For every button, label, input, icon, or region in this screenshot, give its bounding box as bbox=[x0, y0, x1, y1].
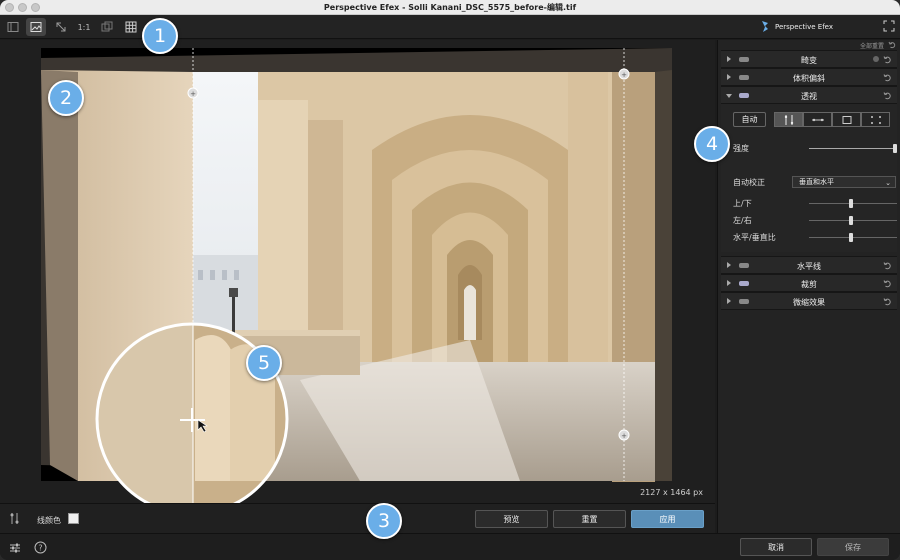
status-dot-icon bbox=[873, 56, 879, 62]
callout-badge-1: 1 bbox=[142, 18, 178, 54]
save-button[interactable]: 保存 bbox=[817, 538, 889, 556]
section-horizon[interactable]: 水平线 bbox=[721, 256, 897, 274]
undo-icon[interactable] bbox=[888, 41, 896, 49]
settings-sliders-icon[interactable] bbox=[9, 542, 21, 554]
section-fine-effects[interactable]: 微缩效果 bbox=[721, 292, 897, 310]
svg-text:+: + bbox=[621, 432, 627, 440]
chevron-down-icon: ⌄ bbox=[885, 179, 891, 187]
undo-icon[interactable] bbox=[883, 55, 892, 64]
canvas-area[interactable]: + + + 2127 x 1464 px bbox=[0, 40, 715, 503]
undo-icon[interactable] bbox=[883, 279, 892, 288]
callout-badge-4: 4 bbox=[694, 126, 730, 162]
strength-slider[interactable] bbox=[809, 148, 897, 149]
section-distortion[interactable]: 畸变 bbox=[721, 50, 897, 68]
vertical-mode-button[interactable] bbox=[774, 112, 803, 127]
fit-to-screen-button[interactable] bbox=[51, 18, 71, 36]
image-icon bbox=[30, 22, 42, 32]
freeform-mode-button[interactable] bbox=[861, 112, 890, 127]
aspect-slider[interactable] bbox=[809, 237, 897, 238]
section-crop[interactable]: 裁剪 bbox=[721, 274, 897, 292]
undo-icon[interactable] bbox=[883, 261, 892, 270]
grid-toggle-button[interactable] bbox=[121, 18, 141, 36]
left-right-slider[interactable] bbox=[809, 220, 897, 221]
photo-canvas[interactable]: + + + bbox=[0, 40, 715, 503]
apply-button[interactable]: 应用 bbox=[631, 510, 704, 528]
callout-badge-3: 3 bbox=[366, 503, 402, 539]
callout-badge-5: 5 bbox=[246, 345, 282, 381]
up-down-label: 上/下 bbox=[733, 199, 752, 208]
rectangle-mode-button[interactable] bbox=[832, 112, 861, 127]
top-toolbar: 1:1 Perspective Efex bbox=[0, 15, 900, 39]
window-title: Perspective Efex - Solli Kanani_DSC_5575… bbox=[323, 3, 577, 12]
reset-all-link[interactable]: 全部重置 bbox=[860, 41, 884, 50]
compare-view-button[interactable] bbox=[3, 18, 23, 36]
perspective-controls: 自动 强度 自动校正 垂直和水平 ⌄ 上/下 左/右 bbox=[721, 104, 897, 234]
svg-text:+: + bbox=[621, 71, 627, 79]
undo-icon[interactable] bbox=[883, 73, 892, 82]
preview-button[interactable]: 预览 bbox=[475, 510, 548, 528]
section-label: 微缩效果 bbox=[793, 298, 825, 307]
section-label: 水平线 bbox=[797, 262, 821, 271]
brand: Perspective Efex bbox=[760, 20, 833, 33]
brand-name: Perspective Efex bbox=[775, 22, 833, 31]
section-label: 裁剪 bbox=[801, 280, 817, 289]
aspect-label: 水平/垂直比 bbox=[733, 233, 776, 242]
bottom-toolbar: 线颜色 预览 重置 应用 bbox=[0, 503, 715, 533]
strength-slider-knob[interactable] bbox=[893, 144, 897, 153]
callout-badge-2: 2 bbox=[48, 80, 84, 116]
undo-icon[interactable] bbox=[883, 91, 892, 100]
help-icon[interactable]: ? bbox=[34, 541, 47, 554]
rectangle-icon bbox=[842, 115, 851, 124]
right-panel: 全部重置 畸变 体积偏斜 透视 自动 强度 自动校正 垂直和水平 ⌄ 上/下 左… bbox=[717, 40, 900, 533]
single-view-button[interactable] bbox=[26, 18, 46, 36]
line-color-swatch[interactable] bbox=[68, 513, 79, 524]
vertical-guides-icon[interactable] bbox=[9, 512, 20, 525]
panel-header: 全部重置 bbox=[718, 40, 900, 50]
app-window: Perspective Efex - Solli Kanani_DSC_5575… bbox=[0, 0, 900, 560]
aspect-slider-knob[interactable] bbox=[849, 233, 853, 242]
expand-icon bbox=[56, 22, 66, 32]
auto-correct-dropdown[interactable]: 垂直和水平 ⌄ bbox=[792, 176, 896, 188]
section-label: 透视 bbox=[801, 92, 817, 101]
auto-correct-value: 垂直和水平 bbox=[799, 178, 834, 186]
before-after-button[interactable] bbox=[97, 18, 117, 36]
auto-correct-label: 自动校正 bbox=[733, 178, 765, 187]
left-right-label: 左/右 bbox=[733, 216, 752, 225]
undo-icon[interactable] bbox=[883, 297, 892, 306]
svg-text:+: + bbox=[190, 90, 196, 98]
horizontal-lines-icon bbox=[811, 118, 824, 121]
up-down-slider-knob[interactable] bbox=[849, 199, 853, 208]
section-label: 畸变 bbox=[801, 56, 817, 65]
left-right-slider-knob[interactable] bbox=[849, 216, 853, 225]
layers-icon bbox=[101, 21, 113, 32]
footer-bar: ? 取消 保存 bbox=[0, 533, 900, 560]
auto-button[interactable]: 自动 bbox=[733, 112, 766, 127]
vertical-lines-icon bbox=[784, 114, 793, 125]
title-bar: Perspective Efex - Solli Kanani_DSC_5575… bbox=[0, 0, 900, 15]
section-label: 体积偏斜 bbox=[793, 74, 825, 83]
cancel-button[interactable]: 取消 bbox=[740, 538, 812, 556]
perspective-efex-logo-icon bbox=[762, 21, 768, 32]
split-view-icon bbox=[7, 22, 19, 32]
reset-button[interactable]: 重置 bbox=[553, 510, 626, 528]
corners-icon bbox=[870, 115, 881, 124]
grid-icon bbox=[125, 21, 137, 33]
strength-label: 强度 bbox=[733, 144, 749, 153]
up-down-slider[interactable] bbox=[809, 203, 897, 204]
svg-text:?: ? bbox=[38, 544, 42, 553]
section-tilt-shift[interactable]: 体积偏斜 bbox=[721, 68, 897, 86]
fullscreen-icon[interactable] bbox=[883, 20, 895, 32]
image-dimensions: 2127 x 1464 px bbox=[640, 488, 703, 497]
horizontal-mode-button[interactable] bbox=[803, 112, 832, 127]
section-perspective[interactable]: 透视 bbox=[721, 86, 897, 104]
perspective-aspect-row: 水平/垂直比 bbox=[721, 230, 897, 252]
line-color-label: 线颜色 bbox=[37, 516, 61, 525]
zoom-100-button[interactable]: 1:1 bbox=[74, 18, 94, 36]
